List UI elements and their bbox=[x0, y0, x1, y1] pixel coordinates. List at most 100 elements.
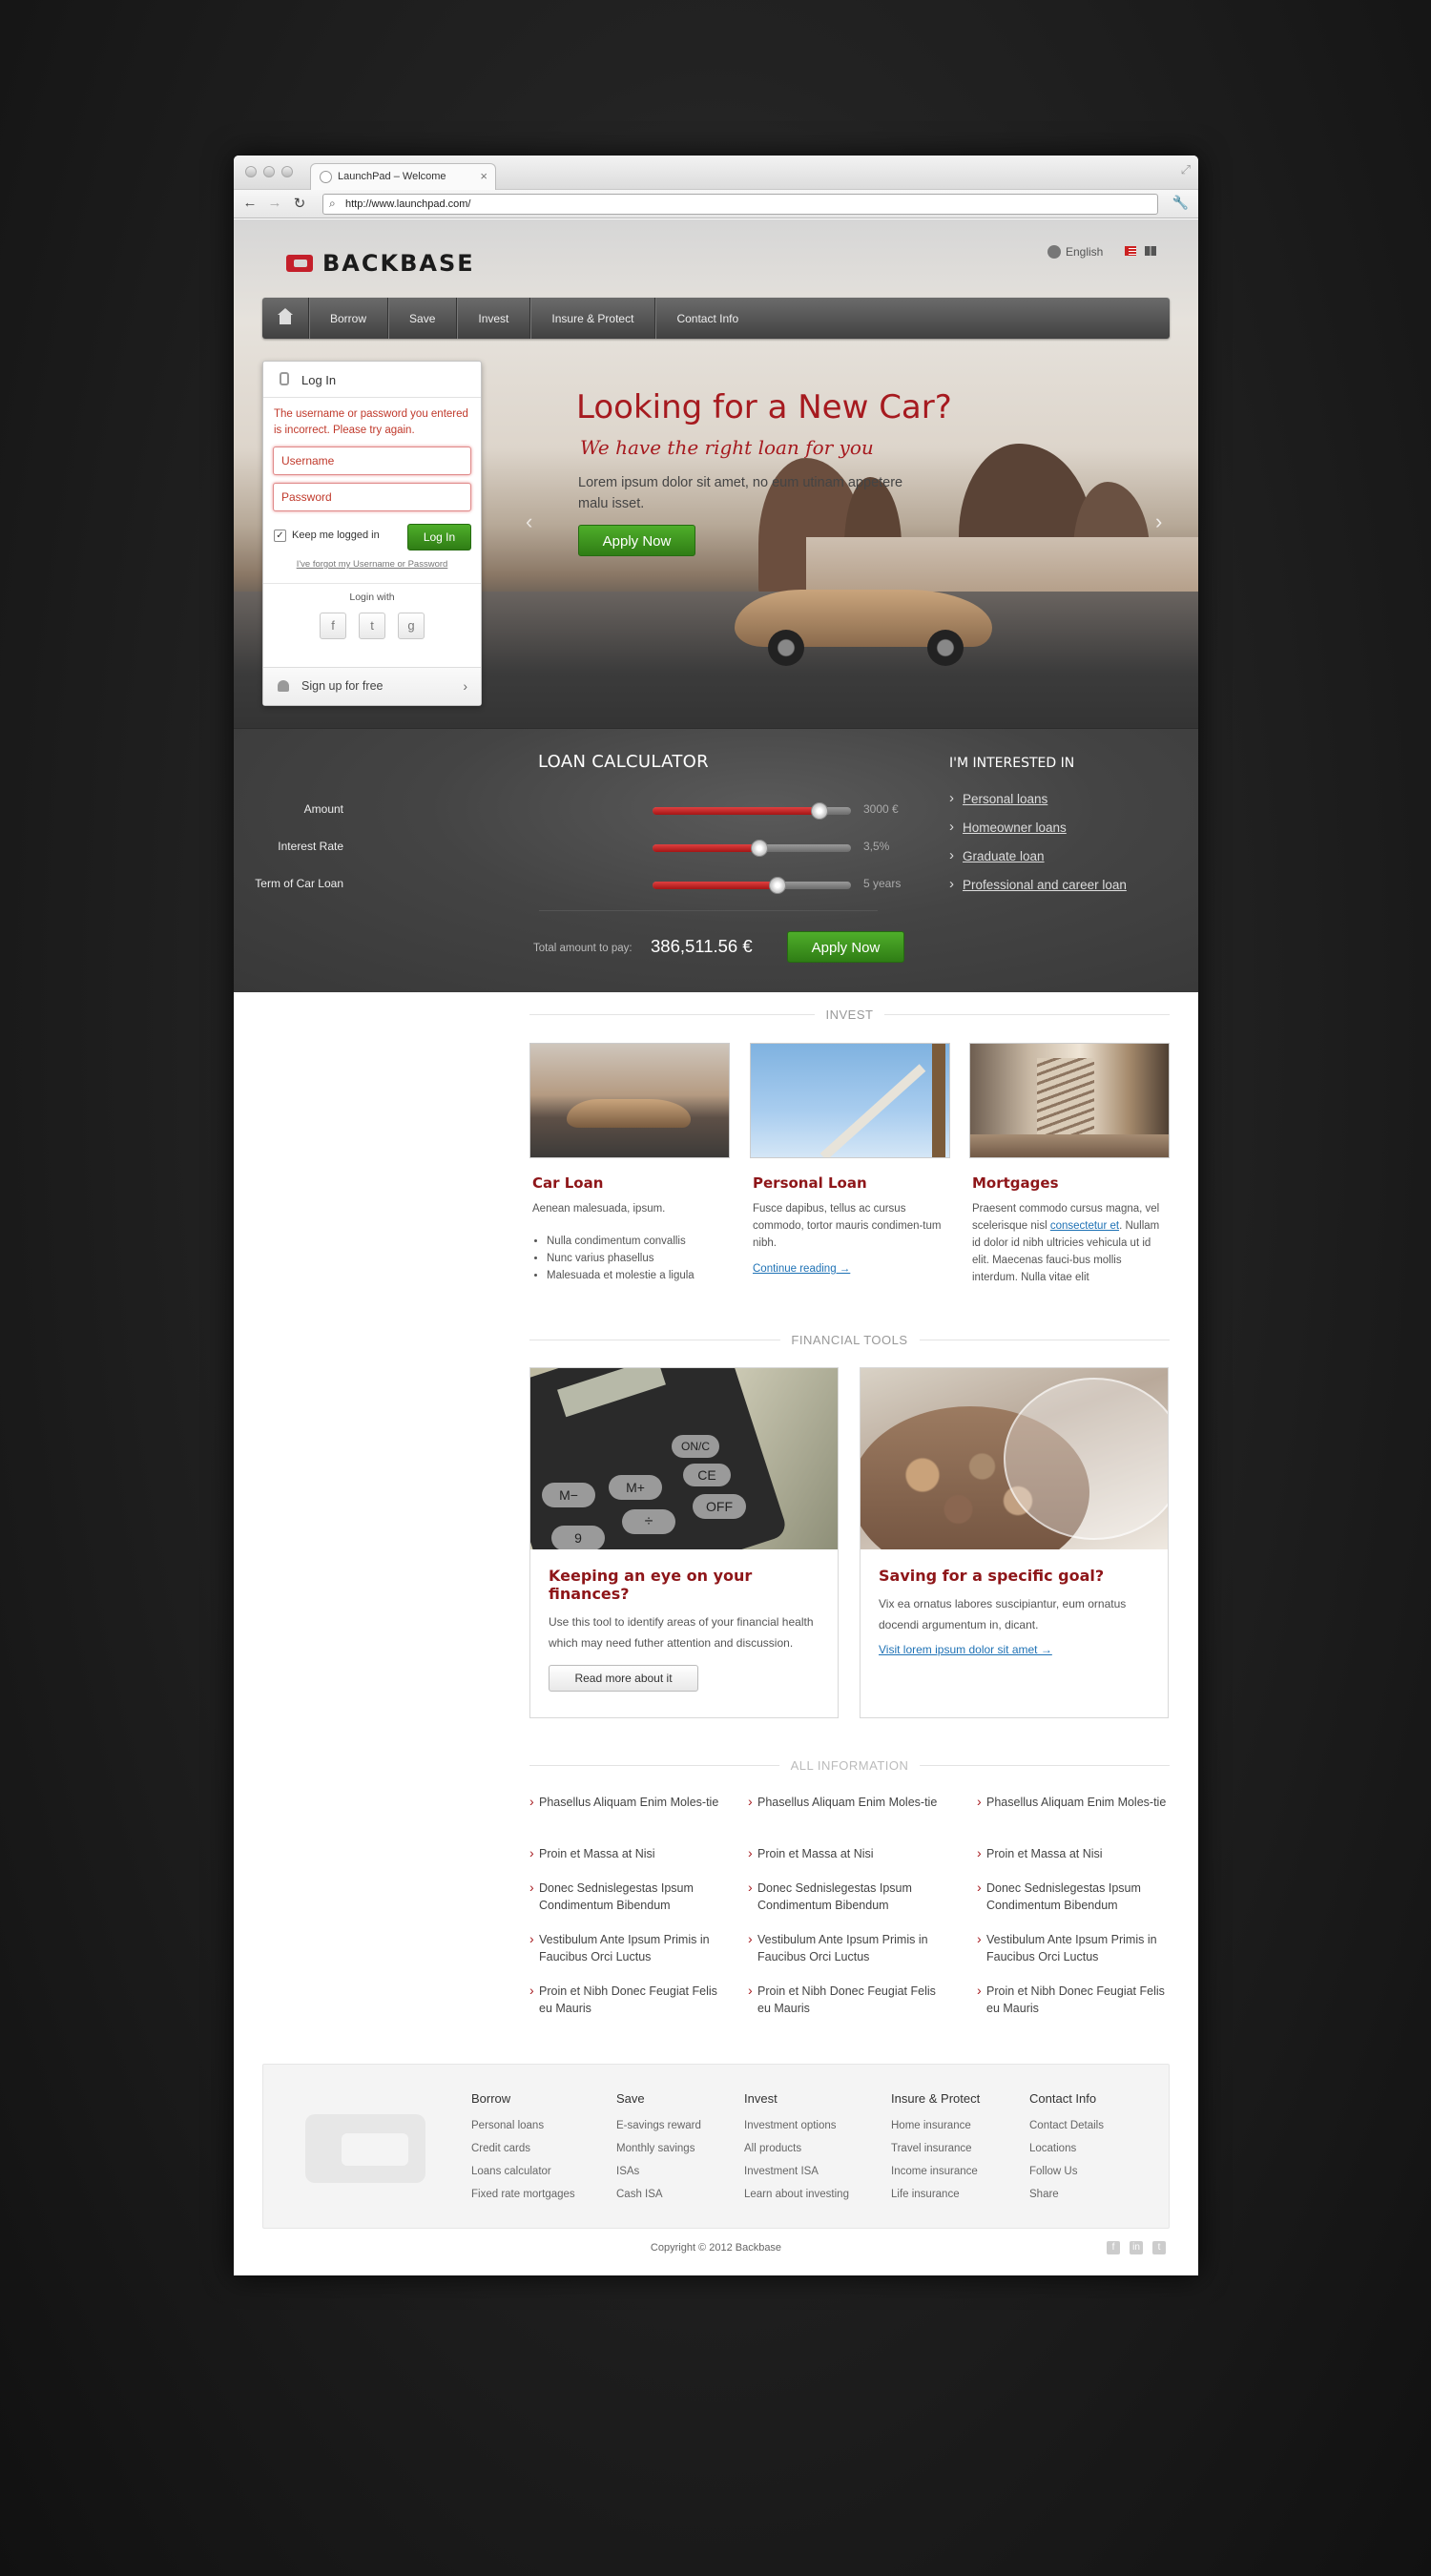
info-link[interactable]: Proin et Nibh Donec Feugiat Felis eu Mau… bbox=[529, 1982, 725, 2017]
mortgages-title[interactable]: Mortgages bbox=[972, 1174, 1170, 1192]
footer-column-title[interactable]: Save bbox=[616, 2091, 701, 2106]
visit-lorem-link[interactable]: Visit lorem ipsum dolor sit amet → bbox=[879, 1643, 1168, 1656]
interest-link[interactable]: Graduate loan bbox=[949, 847, 1127, 878]
info-link[interactable]: Proin et Nibh Donec Feugiat Felis eu Mau… bbox=[977, 1982, 1172, 2017]
zoom-window-button[interactable] bbox=[281, 166, 293, 177]
personal-loan-image[interactable] bbox=[750, 1043, 950, 1158]
info-link[interactable]: Proin et Nibh Donec Feugiat Felis eu Mau… bbox=[748, 1982, 944, 2017]
grid-view-icon[interactable] bbox=[1145, 246, 1156, 256]
forgot-credentials-link[interactable]: I've forgot my Username or Password bbox=[263, 557, 481, 570]
twitter-icon[interactable]: t bbox=[1152, 2241, 1166, 2254]
info-link[interactable]: Donec Sednislegestas Ipsum Condimentum B… bbox=[977, 1879, 1172, 1914]
footer-link[interactable]: Contact Details bbox=[1029, 2114, 1104, 2137]
footer-link[interactable]: Income insurance bbox=[891, 2160, 980, 2183]
footer-link[interactable]: Life insurance bbox=[891, 2183, 980, 2206]
info-link[interactable]: Proin et Massa at Nisi bbox=[529, 1844, 725, 1862]
nav-home[interactable] bbox=[262, 298, 309, 339]
nav-item-insure-protect[interactable]: Insure & Protect bbox=[530, 298, 656, 339]
info-link[interactable]: Vestibulum Ante Ipsum Primis in Faucibus… bbox=[748, 1930, 944, 1965]
footer-link[interactable]: ISAs bbox=[616, 2160, 701, 2183]
read-more-button[interactable]: Read more about it bbox=[549, 1665, 698, 1692]
footer-link[interactable]: Locations bbox=[1029, 2137, 1104, 2160]
car-loan-image[interactable] bbox=[529, 1043, 730, 1158]
info-link[interactable]: Vestibulum Ante Ipsum Primis in Faucibus… bbox=[529, 1930, 725, 1965]
slider-handle[interactable] bbox=[769, 877, 787, 894]
signup-button[interactable]: Sign up for free › bbox=[263, 667, 481, 705]
facebook-login-icon[interactable]: f bbox=[320, 613, 346, 639]
nav-item-borrow[interactable]: Borrow bbox=[309, 298, 389, 339]
footer-column-title[interactable]: Insure & Protect bbox=[891, 2091, 980, 2106]
facebook-icon[interactable]: f bbox=[1107, 2241, 1120, 2254]
keep-logged-in-checkbox[interactable]: ✓ bbox=[274, 530, 286, 542]
carousel-next-arrow-icon[interactable]: › bbox=[1155, 509, 1162, 534]
info-link[interactable]: Proin et Massa at Nisi bbox=[748, 1844, 944, 1862]
interest-rate-slider[interactable] bbox=[653, 840, 851, 857]
username-field[interactable] bbox=[273, 447, 471, 475]
mortgages-image[interactable] bbox=[969, 1043, 1170, 1158]
reload-icon[interactable]: ↻ bbox=[292, 195, 307, 212]
personal-loan-title[interactable]: Personal Loan bbox=[753, 1174, 950, 1192]
close-window-button[interactable] bbox=[245, 166, 257, 177]
flag-list-view-icon[interactable] bbox=[1125, 246, 1136, 256]
hero-apply-button[interactable]: Apply Now bbox=[578, 525, 695, 556]
footer-link[interactable]: Cash ISA bbox=[616, 2183, 701, 2206]
nav-item-invest[interactable]: Invest bbox=[457, 298, 531, 339]
nav-item-contact-info[interactable]: Contact Info bbox=[655, 298, 759, 339]
car-loan-title[interactable]: Car Loan bbox=[532, 1174, 730, 1192]
footer-link[interactable]: Follow Us bbox=[1029, 2160, 1104, 2183]
slider-handle[interactable] bbox=[810, 802, 828, 820]
footer-link[interactable]: Investment options bbox=[744, 2114, 849, 2137]
interest-link[interactable]: Homeowner loans bbox=[949, 819, 1127, 849]
calculator-apply-button[interactable]: Apply Now bbox=[787, 931, 904, 963]
linkedin-icon[interactable]: in bbox=[1130, 2241, 1143, 2254]
footer-link[interactable]: Learn about investing bbox=[744, 2183, 849, 2206]
info-link[interactable]: Phasellus Aliquam Enim Moles-tie bbox=[977, 1793, 1172, 1828]
footer-link[interactable]: Home insurance bbox=[891, 2114, 980, 2137]
info-link[interactable]: Donec Sednislegestas Ipsum Condimentum B… bbox=[529, 1879, 725, 1914]
info-link[interactable]: Vestibulum Ante Ipsum Primis in Faucibus… bbox=[977, 1930, 1172, 1965]
login-button[interactable]: Log In bbox=[407, 524, 471, 551]
footer-link[interactable]: Credit cards bbox=[471, 2137, 575, 2160]
browser-tab[interactable]: LaunchPad – Welcome × bbox=[310, 163, 496, 191]
footer-link[interactable]: Personal loans bbox=[471, 2114, 575, 2137]
backbase-logo[interactable]: BACKBASE bbox=[286, 250, 475, 277]
finances-title[interactable]: Keeping an eye on your finances? bbox=[549, 1567, 838, 1603]
interest-link[interactable]: Professional and career loan bbox=[949, 876, 1127, 906]
password-field[interactable] bbox=[273, 483, 471, 511]
footer-link[interactable]: Share bbox=[1029, 2183, 1104, 2206]
info-link[interactable]: Phasellus Aliquam Enim Moles-tie bbox=[529, 1793, 725, 1828]
footer-link[interactable]: Travel insurance bbox=[891, 2137, 980, 2160]
footer-link[interactable]: E-savings reward bbox=[616, 2114, 701, 2137]
google-login-icon[interactable]: g bbox=[398, 613, 425, 639]
continue-reading-link[interactable]: Continue reading → bbox=[753, 1263, 850, 1275]
footer-column-title[interactable]: Borrow bbox=[471, 2091, 575, 2106]
forward-arrow-icon[interactable]: → bbox=[267, 195, 282, 212]
language-selector[interactable]: English bbox=[1047, 245, 1103, 259]
tab-close-icon[interactable]: × bbox=[480, 169, 487, 183]
info-link[interactable]: Proin et Massa at Nisi bbox=[977, 1844, 1172, 1862]
consectetur-link[interactable]: consectetur et bbox=[1050, 1220, 1119, 1232]
footer-link[interactable]: All products bbox=[744, 2137, 849, 2160]
info-link[interactable]: Phasellus Aliquam Enim Moles-tie bbox=[748, 1793, 944, 1828]
footer-link[interactable]: Fixed rate mortgages bbox=[471, 2183, 575, 2206]
nav-item-save[interactable]: Save bbox=[388, 298, 458, 339]
hero-subtitle: We have the right loan for you bbox=[580, 436, 874, 459]
slider-handle[interactable] bbox=[751, 840, 769, 857]
saving-title[interactable]: Saving for a specific goal? bbox=[879, 1567, 1168, 1585]
interest-link[interactable]: Personal loans bbox=[949, 790, 1127, 821]
footer-column-title[interactable]: Contact Info bbox=[1029, 2091, 1104, 2106]
twitter-login-icon[interactable]: t bbox=[359, 613, 385, 639]
footer-link[interactable]: Investment ISA bbox=[744, 2160, 849, 2183]
footer-link[interactable]: Monthly savings bbox=[616, 2137, 701, 2160]
term-slider[interactable] bbox=[653, 877, 851, 894]
footer-column-title[interactable]: Invest bbox=[744, 2091, 849, 2106]
footer-link[interactable]: Loans calculator bbox=[471, 2160, 575, 2183]
address-bar[interactable]: ⌕ http://www.launchpad.com/ bbox=[322, 194, 1158, 215]
amount-slider[interactable] bbox=[653, 802, 851, 820]
wrench-icon[interactable]: 🔧 bbox=[1172, 195, 1189, 211]
carousel-prev-arrow-icon[interactable]: ‹ bbox=[526, 509, 532, 534]
back-arrow-icon[interactable]: ← bbox=[242, 195, 258, 212]
minimize-window-button[interactable] bbox=[263, 166, 275, 177]
expand-icon[interactable]: ⤢ bbox=[1181, 162, 1191, 177]
info-link[interactable]: Donec Sednislegestas Ipsum Condimentum B… bbox=[748, 1879, 944, 1914]
